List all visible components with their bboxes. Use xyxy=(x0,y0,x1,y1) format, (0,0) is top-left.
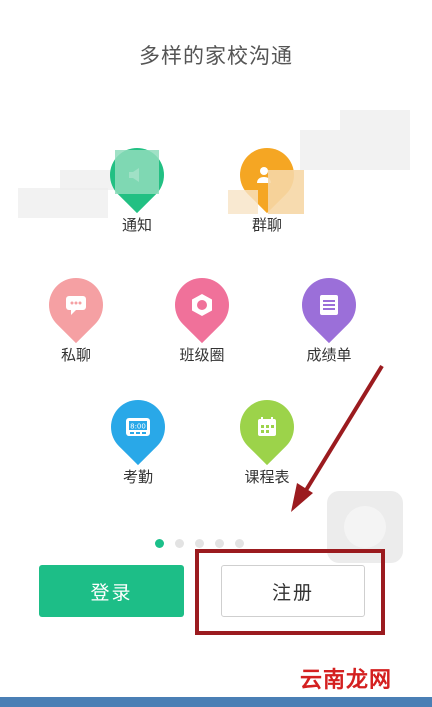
annotation-arrow-icon xyxy=(291,364,384,512)
bottom-bar xyxy=(0,697,432,707)
watermark: 云南龙网 xyxy=(295,662,396,694)
